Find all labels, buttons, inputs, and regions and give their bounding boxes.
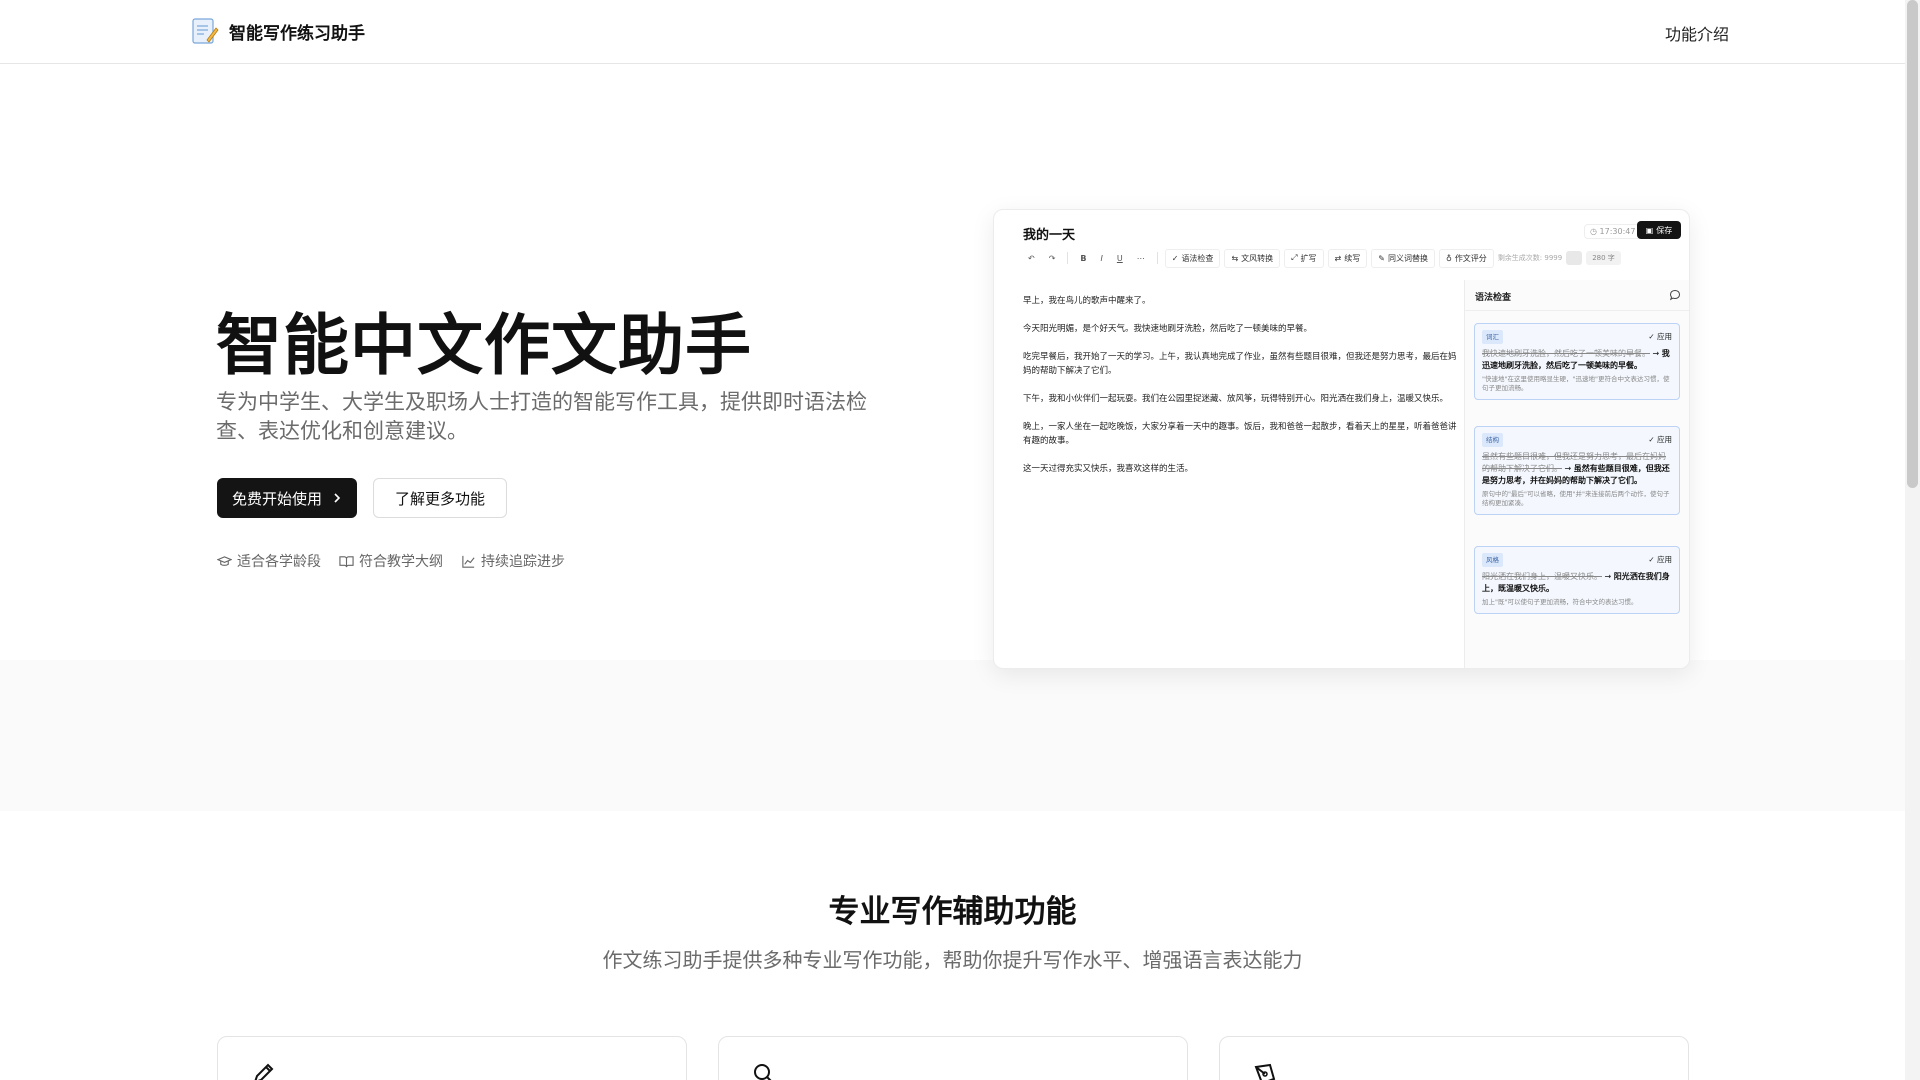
chevron-right-icon	[334, 493, 341, 503]
pen-icon	[254, 1063, 274, 1080]
more-icon[interactable]: ⋯	[1132, 251, 1150, 266]
score-label: 作文评分	[1454, 253, 1487, 263]
pencil-icon: ✎	[1378, 253, 1385, 263]
suggestion-note: 原句中的"最后"可以省略，使用"并"来连接前后两个动作，使句子结构更加紧凑。	[1482, 490, 1670, 507]
editor-toolbar: ↶ ↷ B I U ⋯ ✓ 语法检查 ⇆ 文风转换 ⤢ 扩写 ⇄ 续写 ✎ 同义词替换 ♁…	[1023, 247, 1683, 269]
arrow-right-icon: →	[1652, 349, 1662, 358]
search-icon	[754, 1064, 772, 1080]
apply-label: 应用	[1657, 332, 1672, 341]
style-convert-button[interactable]: ⇆ 文风转换	[1224, 248, 1281, 268]
feature-card[interactable]	[718, 1036, 1188, 1080]
synonym-button[interactable]: ✎ 同义词替换	[1371, 248, 1435, 268]
redo-icon[interactable]: ↷	[1044, 251, 1061, 266]
original-text: 我快速地刷牙洗脸，然后吃了一顿美味的早餐。	[1482, 349, 1650, 358]
feature-label: 符合教学大纲	[359, 554, 443, 570]
pen-tool-icon	[1254, 1063, 1276, 1080]
synonym-label: 同义词替换	[1387, 253, 1428, 263]
arrows-icon: ⇄	[1334, 253, 1342, 263]
document-title: 我的一天	[1023, 228, 1076, 243]
notepad-icon	[192, 18, 219, 44]
paragraph: 晚上，一家人坐在一起吃晚饭，大家分享着一天中的趣事。饭后，我和爸爸一起散步，看着…	[1023, 422, 1457, 446]
apply-label: 应用	[1657, 435, 1672, 444]
paragraph: 吃完早餐后，我开始了一天的学习。上午，我认真地完成了作业，虽然有些题目很难，但我…	[1023, 352, 1457, 376]
save-button[interactable]: ▣ 保存	[1637, 221, 1681, 239]
continue-label: 续写	[1344, 253, 1361, 263]
hero-title: 智能中文作文助手	[216, 307, 752, 384]
italic-icon[interactable]: I	[1096, 251, 1108, 266]
graduation-cap-icon	[217, 555, 232, 566]
suggestion-tag: 风格	[1482, 553, 1503, 567]
hero-subtitle: 专为中学生、大学生及职场人士打造的智能写作工具，提供即时语法检查、表达优化和创意…	[216, 390, 867, 443]
paragraph: 下午，我和小伙伴们一起玩耍。我们在公园里捉迷藏、放风筝，玩得特别开心。阳光洒在我…	[1023, 394, 1449, 404]
word-count: 280 字	[1586, 251, 1621, 265]
apply-label: 应用	[1657, 555, 1672, 564]
suggestion-card: 风格 ✓ 应用 阳光洒在我们身上，温暖又快乐。 → 阳光洒在我们身上，既温暖又快…	[1474, 546, 1680, 614]
remaining-generations: 剩余生成次数: 9999	[1497, 254, 1563, 262]
editor-preview: 我的一天 ◷ 17:30:47 ▣ 保存 ↶ ↷ B I U ⋯ ✓ 语法检查 ⇆…	[993, 209, 1690, 669]
line-chart-icon	[462, 555, 475, 568]
book-open-icon	[339, 555, 354, 567]
paragraph: 早上，我在鸟儿的歌声中醒来了。	[1023, 296, 1151, 306]
suggestion-note: 加上"既"可以使句子更加流畅，符合中文的表达习惯。	[1482, 598, 1638, 606]
expand-button[interactable]: ⤢ 扩写	[1284, 248, 1324, 268]
toolbar-divider	[1156, 252, 1158, 264]
hero-section-bottom	[0, 660, 1905, 811]
award-icon: ♁	[1445, 253, 1452, 263]
continue-button[interactable]: ⇄ 续写	[1327, 248, 1368, 268]
apply-button[interactable]: ✓ 应用	[1648, 434, 1672, 446]
apply-button[interactable]: ✓ 应用	[1648, 554, 1672, 566]
brand-name: 智能写作练习助手	[229, 23, 365, 44]
section-title: 专业写作辅助功能	[828, 894, 1077, 930]
suggestion-tag: 词汇	[1482, 330, 1503, 344]
bold-icon[interactable]: B	[1075, 251, 1091, 266]
feature-label: 适合各学龄段	[237, 554, 321, 570]
suggestion-tag: 结构	[1482, 433, 1503, 447]
divider	[1465, 310, 1689, 311]
swap-icon: ⇆	[1231, 253, 1239, 263]
suggestion-note: "快速地"在这里使用略显生硬，"迅速地"更符合中文表达习惯，使句子更加流畅。	[1482, 375, 1670, 392]
underline-icon[interactable]: U	[1112, 251, 1128, 266]
save-icon: ▣	[1645, 225, 1654, 235]
hero-features: 适合各学龄段 符合教学大纲 持续追踪进步	[217, 551, 565, 571]
feature-card[interactable]	[217, 1036, 687, 1080]
arrow-right-icon: →	[1604, 572, 1614, 581]
timestamp-value: 17:30:47	[1599, 227, 1636, 236]
document-body[interactable]: 早上，我在鸟儿的歌声中醒来了。 今天阳光明媚，是个好天气。我快速地刷牙洗脸，然后…	[1023, 294, 1457, 490]
start-free-button[interactable]: 免费开始使用	[217, 478, 357, 518]
grammar-panel-title: 语法检查	[1475, 293, 1512, 303]
section-subtitle: 作文练习助手提供多种专业写作功能，帮助你提升写作水平、增强语言表达能力	[602, 948, 1303, 972]
check-icon: ✓	[1171, 253, 1179, 263]
start-free-label: 免费开始使用	[231, 489, 322, 508]
original-text: 阳光洒在我们身上，温暖又快乐。	[1482, 572, 1602, 581]
expand-label: 扩写	[1300, 253, 1317, 263]
learn-more-button[interactable]: 了解更多功能	[373, 478, 507, 518]
chat-bubble-icon[interactable]	[1669, 289, 1681, 301]
nav-features-link[interactable]: 功能介绍	[1665, 21, 1729, 45]
expand-icon: ⤢	[1291, 253, 1298, 262]
undo-icon[interactable]: ↶	[1023, 251, 1040, 266]
paragraph: 今天阳光明媚，是个好天气。我快速地刷牙洗脸，然后吃了一顿美味的早餐。	[1023, 324, 1313, 334]
top-navbar: 智能写作练习助手 功能介绍	[0, 0, 1905, 64]
suggestion-card: 结构 ✓ 应用 虽然有些题目很难，但我还是努力思考，最后在妈妈的帮助下解决了它们…	[1474, 426, 1680, 515]
timestamp: ◷ 17:30:47	[1584, 224, 1642, 239]
feature-label: 持续追踪进步	[481, 554, 565, 570]
save-label: 保存	[1656, 225, 1673, 235]
brand[interactable]: 智能写作练习助手	[191, 16, 365, 46]
feature-progress: 持续追踪进步	[461, 551, 565, 571]
suggestion-card: 词汇 ✓ 应用 我快速地刷牙洗脸，然后吃了一顿美味的早餐。 → 我迅速地刷牙洗脸…	[1474, 323, 1680, 400]
grammar-check-button[interactable]: ✓ 语法检查	[1164, 248, 1221, 268]
grammar-panel: 语法检查 词汇 ✓ 应用 我快速地刷牙洗脸，然后吃了一顿美味的早餐。 → 我迅速…	[1464, 280, 1689, 668]
feature-syllabus: 符合教学大纲	[339, 551, 443, 571]
style-convert-label: 文风转换	[1241, 253, 1274, 263]
grammar-check-label: 语法检查	[1181, 253, 1214, 263]
feature-card[interactable]	[1219, 1036, 1689, 1080]
feature-age-groups: 适合各学龄段	[217, 551, 321, 571]
sidebar-toggle-icon[interactable]	[1566, 251, 1583, 265]
apply-button[interactable]: ✓ 应用	[1648, 331, 1672, 343]
paragraph: 这一天过得充实又快乐，我喜欢这样的生活。	[1023, 464, 1194, 474]
toolbar-divider	[1067, 252, 1069, 264]
score-button[interactable]: ♁ 作文评分	[1438, 248, 1494, 268]
arrow-right-icon: →	[1564, 464, 1574, 473]
scrollbar-thumb[interactable]	[1907, 0, 1918, 488]
